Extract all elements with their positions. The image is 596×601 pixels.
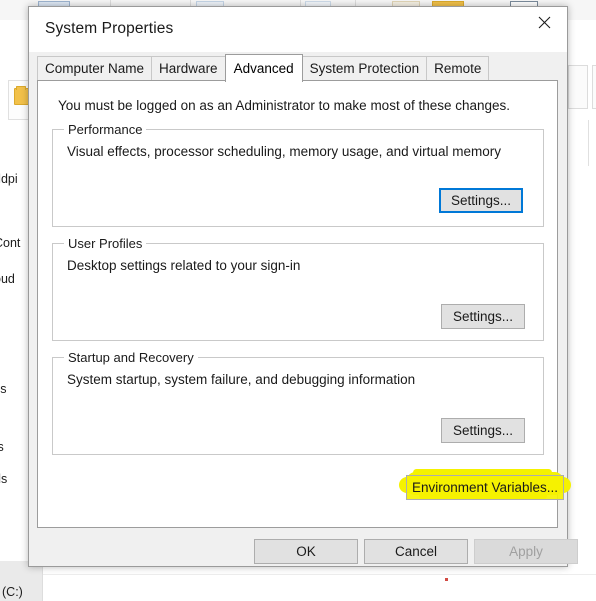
user-profiles-group-label: User Profiles: [64, 236, 147, 251]
tab-remote[interactable]: Remote: [426, 56, 490, 81]
user-profiles-description: Desktop settings related to your sign-in: [67, 258, 301, 273]
details-pane-divider: [588, 120, 589, 166]
nav-item[interactable]: ds: [0, 472, 7, 486]
startup-recovery-group-label: Startup and Recovery: [64, 350, 198, 365]
performance-group-label: Performance: [64, 122, 147, 137]
performance-description: Visual effects, processor scheduling, me…: [67, 144, 501, 159]
tab-hardware[interactable]: Hardware: [151, 56, 226, 81]
explorer-status-bar: [0, 574, 596, 601]
advanced-tab-page: You must be logged on as an Administrato…: [37, 80, 558, 528]
cancel-button[interactable]: Cancel: [364, 539, 468, 564]
apply-button[interactable]: Apply: [474, 539, 578, 564]
nav-item[interactable]: ts: [0, 440, 4, 454]
environment-variables-button[interactable]: Environment Variables...: [406, 475, 564, 500]
tab-computer-name[interactable]: Computer Name: [37, 56, 153, 81]
close-button[interactable]: [521, 7, 567, 37]
details-pane-box: [568, 65, 588, 109]
performance-group: Performance Visual effects, processor sc…: [52, 122, 544, 227]
user-profiles-settings-button[interactable]: Settings...: [441, 304, 525, 329]
explorer-details-pane: [565, 20, 596, 555]
startup-recovery-group: Startup and Recovery System startup, sys…: [52, 350, 544, 455]
red-dot-marker: [445, 578, 448, 581]
user-profiles-group: User Profiles Desktop settings related t…: [52, 236, 544, 341]
dialog-title: System Properties: [45, 20, 174, 37]
nav-item[interactable]: -ldpi: [0, 172, 18, 186]
startup-recovery-settings-button[interactable]: Settings...: [441, 418, 525, 443]
ok-button[interactable]: OK: [254, 539, 358, 564]
close-icon: [538, 16, 550, 28]
startup-recovery-description: System startup, system failure, and debu…: [67, 372, 416, 387]
tab-advanced[interactable]: Advanced: [224, 54, 303, 82]
drive-label: (C:): [2, 585, 23, 599]
nav-item[interactable]: cs: [0, 382, 7, 396]
performance-settings-button[interactable]: Settings...: [439, 188, 523, 213]
dialog-title-bar[interactable]: System Properties: [29, 7, 567, 52]
administrator-notice: You must be logged on as an Administrato…: [58, 98, 511, 113]
tab-system-protection[interactable]: System Protection: [301, 56, 428, 81]
system-properties-dialog: System Properties Computer Name Hardware…: [28, 6, 578, 567]
nav-item[interactable]: oud: [0, 272, 15, 286]
details-pane-box: [592, 65, 596, 109]
nav-item[interactable]: Cont: [0, 236, 20, 250]
tab-strip: Computer Name Hardware Advanced System P…: [29, 52, 567, 82]
